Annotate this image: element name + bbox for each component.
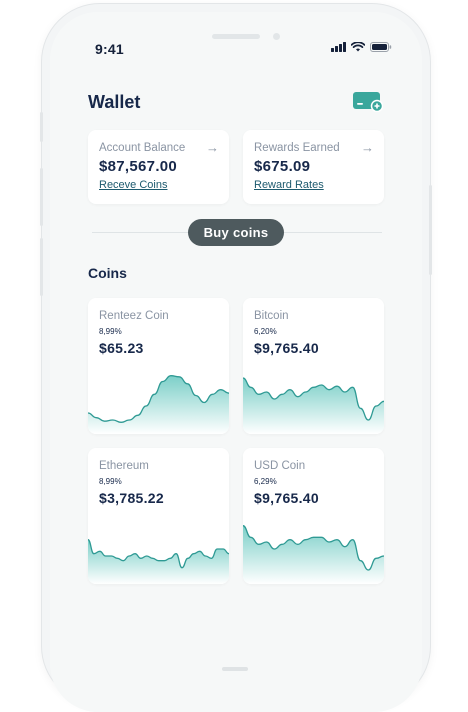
- arrow-right-icon[interactable]: →: [206, 140, 219, 155]
- speaker: [212, 34, 260, 39]
- wifi-icon: [351, 42, 365, 52]
- coin-name: Ethereum: [99, 460, 149, 472]
- signal-icon: [331, 42, 346, 52]
- coin-change: 8,99%: [99, 327, 122, 336]
- volume-up-button: [40, 168, 43, 226]
- coin-price: $65.23: [99, 340, 144, 356]
- divider-right: [284, 232, 382, 233]
- home-indicator: [222, 667, 248, 671]
- sparkline-area: [88, 539, 229, 584]
- coin-name: Renteez Coin: [99, 310, 169, 322]
- coin-price: $3,785.22: [99, 490, 164, 506]
- coin-card-bitcoin[interactable]: Bitcoin 6,20% $9,765.40: [243, 298, 384, 434]
- coin-change: 8,99%: [99, 477, 122, 486]
- volume-down-button: [40, 238, 43, 296]
- coin-sparkline: [88, 375, 229, 434]
- front-camera: [273, 33, 280, 40]
- sparkline-area: [243, 378, 384, 434]
- balance-value: $675.09: [254, 158, 311, 175]
- coin-price: $9,765.40: [254, 340, 319, 356]
- arrow-right-icon[interactable]: →: [361, 140, 374, 155]
- receive-coins-link[interactable]: Receve Coins: [99, 179, 167, 191]
- coin-name: Bitcoin: [254, 310, 289, 322]
- coin-price: $9,765.40: [254, 490, 319, 506]
- status-icons: [331, 42, 392, 52]
- balance-label: Rewards Earned: [254, 142, 340, 154]
- divider-left: [92, 232, 188, 233]
- coin-card-renteez[interactable]: Renteez Coin 8,99% $65.23: [88, 298, 229, 434]
- coin-card-usd[interactable]: USD Coin 6,29% $9,765.40: [243, 448, 384, 584]
- reward-rates-link[interactable]: Reward Rates: [254, 179, 324, 191]
- account-balance-card[interactable]: Account Balance → $87,567.00 Receve Coin…: [88, 130, 229, 204]
- coin-change: 6,29%: [254, 477, 277, 486]
- battery-icon: [370, 42, 392, 52]
- coin-sparkline: [243, 525, 384, 584]
- sparkline-area: [88, 375, 229, 434]
- add-wallet-button[interactable]: [353, 92, 384, 113]
- mute-switch: [40, 112, 43, 142]
- rewards-earned-card[interactable]: Rewards Earned → $675.09 Reward Rates: [243, 130, 384, 204]
- section-title: Coins: [88, 265, 127, 281]
- coin-name: USD Coin: [254, 460, 306, 472]
- sparkline-area: [243, 525, 384, 584]
- coin-card-ethereum[interactable]: Ethereum 8,99% $3,785.22: [88, 448, 229, 584]
- balance-label: Account Balance: [99, 142, 186, 154]
- coin-sparkline: [243, 377, 384, 434]
- page-title: Wallet: [88, 92, 141, 112]
- status-time: 9:41: [95, 41, 124, 57]
- coin-change: 6,20%: [254, 327, 277, 336]
- power-button: [429, 185, 432, 275]
- balance-value: $87,567.00: [99, 158, 178, 175]
- wallet-add-icon: [353, 92, 384, 113]
- buy-coins-button[interactable]: Buy coins: [188, 219, 284, 246]
- coin-sparkline: [88, 539, 229, 584]
